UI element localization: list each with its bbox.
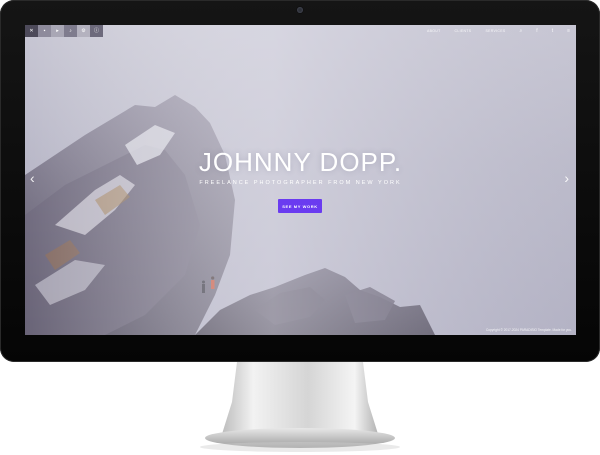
thumbnail-strip: ✕ ▪ ▸ ♪ ⚙ ⓘ (25, 25, 103, 37)
search-icon[interactable]: ⌕ (519, 28, 522, 34)
nav-link-clients[interactable]: CLIENTS (455, 29, 472, 33)
nav-link-services[interactable]: SERVICES (485, 29, 505, 33)
monitor-bezel: ✕ ▪ ▸ ♪ ⚙ ⓘ ABOUT CLIENTS SERVICES ⌕ f t… (0, 0, 600, 362)
thumbnail-item[interactable]: ▸ (51, 25, 64, 37)
hero-subtitle: FREELANCE PHOTOGRAPHER FROM NEW YORK (199, 180, 402, 186)
top-navigation: ✕ ▪ ▸ ♪ ⚙ ⓘ ABOUT CLIENTS SERVICES ⌕ f t… (25, 25, 576, 37)
menu-icon[interactable]: ≡ (567, 28, 570, 34)
thumbnail-item[interactable]: ▪ (38, 25, 51, 37)
nav-link-about[interactable]: ABOUT (427, 29, 441, 33)
thumbnail-item[interactable]: ⚙ (77, 25, 90, 37)
copyright-text: Copyright © 2017-2024 PARADISIO Template… (485, 328, 572, 332)
hero-title: JOHNNY DOPP. (198, 147, 403, 177)
thumbnail-item[interactable]: ♪ (64, 25, 77, 37)
website-screen: ✕ ▪ ▸ ♪ ⚙ ⓘ ABOUT CLIENTS SERVICES ⌕ f t… (25, 25, 576, 335)
webcam (297, 7, 303, 13)
monitor-stand (200, 362, 400, 452)
settings-icon: ⚙ (81, 27, 86, 34)
nav-menu: ABOUT CLIENTS SERVICES ⌕ f t ≡ (427, 28, 576, 34)
info-icon: ⓘ (93, 27, 99, 34)
close-icon: ✕ (29, 27, 34, 34)
camera-icon: ▪ (43, 27, 46, 34)
see-my-work-button[interactable]: SEE MY WORK (278, 199, 322, 213)
audio-icon: ♪ (69, 27, 72, 34)
twitter-icon[interactable]: t (552, 28, 553, 34)
video-icon: ▸ (56, 27, 59, 34)
thumbnail-item[interactable]: ✕ (25, 25, 38, 37)
facebook-icon[interactable]: f (536, 28, 537, 34)
thumbnail-item[interactable]: ⓘ (90, 25, 103, 37)
